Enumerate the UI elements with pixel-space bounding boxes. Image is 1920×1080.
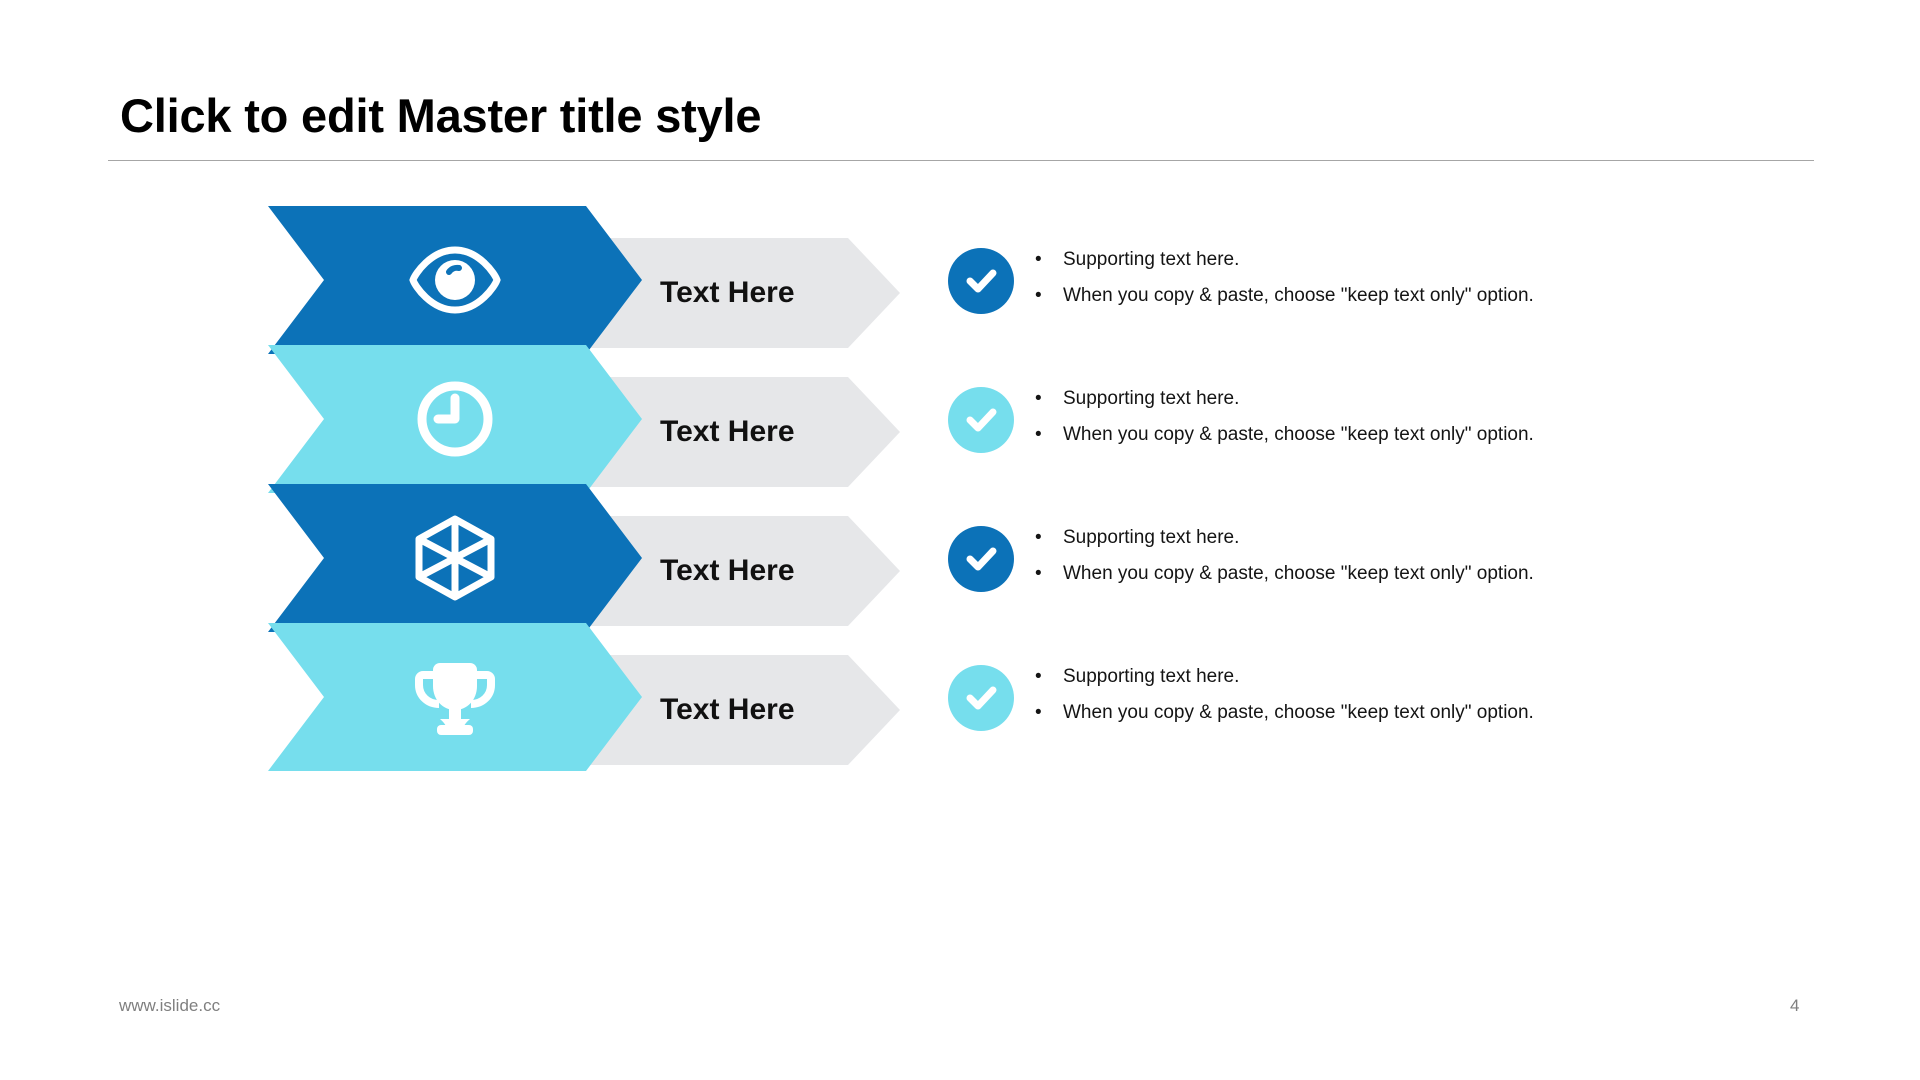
bullet-marker-icon: • xyxy=(1035,424,1042,445)
bullet-list: • Supporting text here. • When you copy & p… xyxy=(1035,381,1775,453)
bullet-text: Supporting text here. xyxy=(1063,666,1240,687)
page-title[interactable]: Click to edit Master title style xyxy=(120,88,762,143)
chevron-label[interactable]: Text Here xyxy=(660,377,910,487)
bullet-marker-icon: • xyxy=(1035,666,1042,687)
bullet-text: Supporting text here. xyxy=(1063,388,1240,409)
bullet-marker-icon: • xyxy=(1035,702,1042,723)
bullet-item[interactable]: • When you copy & paste, choose "keep tex… xyxy=(1035,278,1775,314)
chevron-label[interactable]: Text Here xyxy=(660,238,910,348)
bullet-item[interactable]: • Supporting text here. xyxy=(1035,659,1775,695)
eye-icon xyxy=(409,244,501,316)
chevron-label[interactable]: Text Here xyxy=(660,516,910,626)
icon-chevron[interactable] xyxy=(268,484,642,632)
bullet-item[interactable]: • When you copy & paste, choose "keep tex… xyxy=(1035,695,1775,731)
bullet-text: When you copy & paste, choose "keep text… xyxy=(1063,424,1534,445)
chevron-label[interactable]: Text Here xyxy=(660,655,910,765)
bullet-text: When you copy & paste, choose "keep text… xyxy=(1063,702,1534,723)
slide-page-number: 4 xyxy=(1790,996,1800,1015)
icon-chevron[interactable] xyxy=(268,623,642,771)
check-circle-icon xyxy=(948,665,1014,731)
icon-chevron[interactable] xyxy=(268,345,642,493)
bullet-item[interactable]: • Supporting text here. xyxy=(1035,242,1775,278)
bullet-item[interactable]: • Supporting text here. xyxy=(1035,520,1775,556)
bullet-marker-icon: • xyxy=(1035,249,1042,270)
bullet-marker-icon: • xyxy=(1035,285,1042,306)
process-row: Text Here • Supporting text here. • When you… xyxy=(0,623,1920,798)
check-circle-icon xyxy=(948,248,1014,314)
bullet-marker-icon: • xyxy=(1035,563,1042,584)
bullet-list: • Supporting text here. • When you copy & p… xyxy=(1035,242,1775,314)
bullet-list: • Supporting text here. • When you copy & p… xyxy=(1035,520,1775,592)
clock-icon xyxy=(414,378,496,460)
bullet-item[interactable]: • When you copy & paste, choose "keep tex… xyxy=(1035,556,1775,592)
footer-url: www.islide.cc xyxy=(119,996,221,1015)
bullet-item[interactable]: • Supporting text here. xyxy=(1035,381,1775,417)
bullet-text: When you copy & paste, choose "keep text… xyxy=(1063,285,1534,306)
bullet-marker-icon: • xyxy=(1035,388,1042,409)
icon-chevron[interactable] xyxy=(268,206,642,354)
trophy-icon xyxy=(413,655,497,739)
check-circle-icon xyxy=(948,387,1014,453)
bullet-marker-icon: • xyxy=(1035,527,1042,548)
bullet-text: Supporting text here. xyxy=(1063,527,1240,548)
bullet-list: • Supporting text here. • When you copy & p… xyxy=(1035,659,1775,731)
bullet-text: Supporting text here. xyxy=(1063,249,1240,270)
cube-icon xyxy=(412,515,498,601)
bullet-item[interactable]: • When you copy & paste, choose "keep tex… xyxy=(1035,417,1775,453)
title-divider xyxy=(108,160,1814,161)
check-circle-icon xyxy=(948,526,1014,592)
bullet-text: When you copy & paste, choose "keep text… xyxy=(1063,563,1534,584)
